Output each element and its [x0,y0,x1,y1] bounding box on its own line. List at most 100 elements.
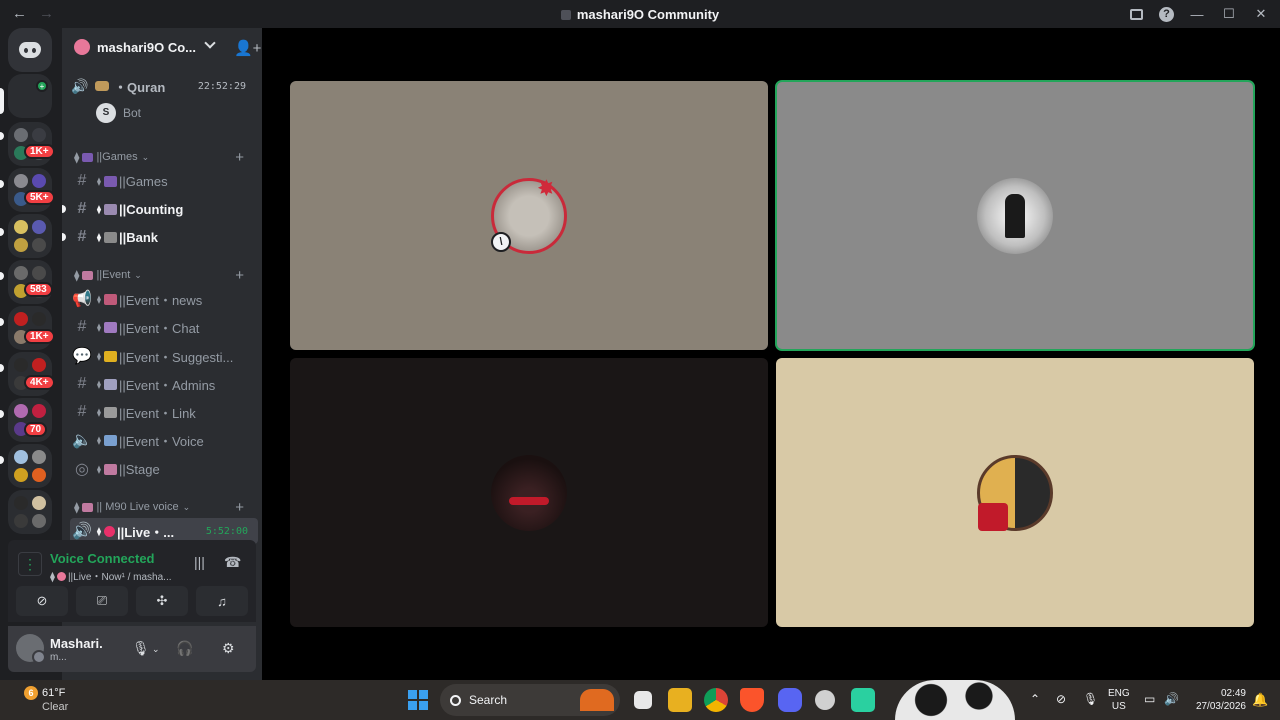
voice-connected-label[interactable]: Voice Connected [50,551,155,566]
tray-overflow-icon[interactable]: ⌃ [1030,692,1040,706]
camera-off-button[interactable]: ⊘ [16,586,68,616]
diamond-icon: ⧫ [97,232,101,242]
diamond-icon: ⧫ [97,379,101,389]
unread-pip [62,205,66,213]
headphones-icon[interactable]: 🎧 [176,640,193,657]
avatar[interactable] [16,634,46,664]
file-explorer-icon[interactable] [668,688,692,712]
disconnect-icon[interactable]: ☎ [224,554,241,571]
diamond-icon: ⧫ [97,351,101,361]
username[interactable]: Mashari. [50,636,103,651]
megaphone-icon: 📢 [72,291,92,308]
voice-channel-path[interactable]: ⧫ ||Live・Now¹ / masha... [50,568,172,583]
clock[interactable]: 02:49 27/03/2026 [1190,687,1246,713]
add-channel-icon[interactable]: + [235,499,244,516]
minimize-button[interactable]: — [1188,5,1206,23]
invite-people-icon[interactable]: 👤+ [234,39,261,57]
unread-pip [62,233,66,241]
temperature: 61°F [42,687,66,699]
diamond-icon: ⧫ [74,269,80,282]
speaker-icon: 🔊 [71,77,89,94]
search-label: Search [469,693,508,707]
notification-badge: 5K+ [24,190,55,205]
unread-pip [0,318,4,326]
channel-emoji [103,293,117,305]
noise-suppression-icon[interactable]: ||| [194,554,205,570]
steam-icon[interactable] [815,690,835,710]
help-icon[interactable]: ? [1159,6,1174,22]
location-off-icon[interactable]: ⊘ [1056,692,1066,706]
participant-tile[interactable] [776,358,1254,627]
voice-channel-event-voice[interactable]: 🔈 ⧫ ||Event・Voice [70,427,258,453]
notification-badge: 1K+ [24,329,55,344]
text-channel-event-admins[interactable]: # ⧫ ||Event・Admins [70,371,258,397]
participant-tile-speaking[interactable] [775,80,1255,351]
channel-label: ||Event・Link [118,405,196,421]
start-button[interactable] [408,690,428,710]
app-icon[interactable] [851,688,875,712]
volume-icon[interactable]: 🔊 [1164,692,1179,706]
voice-member-bot[interactable]: S Bot [96,103,141,123]
participant-avatar [977,177,1053,254]
maximize-button[interactable]: ☐ [1220,5,1238,23]
channel-emoji [103,203,117,215]
weather-badge: 6 [24,686,38,700]
forum-channel-event-suggestions[interactable]: 💬 ⧫ ||Event・Suggesti... [70,343,258,369]
text-channel-event-link[interactable]: # ⧫ ||Event・Link [70,399,258,425]
notification-bell-icon[interactable]: 🔔 [1252,692,1268,708]
inbox-icon[interactable] [1127,5,1145,23]
server-folder-8[interactable] [8,444,52,488]
text-channel-games[interactable]: # ⧫ ||Games [70,168,258,194]
server-header[interactable]: mashari9O Co... 👤+ [62,28,262,66]
chrome-icon[interactable] [704,688,728,712]
signal-icon[interactable]: ⋮ [18,552,42,576]
category-live-voice[interactable]: ⧫ || M90 Live voice ⌄ + [74,498,254,516]
voice-stage: ✸ \ [262,28,1280,680]
channel-emoji [103,434,117,446]
server-name: mashari9O Co... [97,39,196,55]
stage-channel[interactable]: ◎ ⧫ ||Stage [70,456,258,482]
language-indicator[interactable]: ENG US [1108,687,1130,713]
screen-share-button[interactable]: ⎚ [76,586,128,616]
diamond-icon: ⧫ [97,204,101,214]
microphone-icon[interactable]: 🎙 [132,640,150,657]
participant-tile[interactable]: ✸ \ [290,81,768,350]
text-channel-counting[interactable]: # ⧫ ||Counting [62,196,258,222]
hashtag-icon: # [77,318,87,335]
close-button[interactable]: ✕ [1252,5,1270,23]
unread-pip [0,272,4,280]
add-channel-icon[interactable]: + [235,267,244,284]
chevron-down-icon[interactable]: ⌄ [152,644,160,655]
category-label: || M90 Live voice [96,501,179,513]
voice-channel-quran[interactable]: 🔊 ・Quran 22:52:29 [70,73,258,99]
selected-server-pip [0,88,4,114]
category-event[interactable]: ⧫ ||Event ⌄ + [74,266,254,284]
server-folder-3[interactable] [8,214,52,258]
microphone-tray-icon[interactable]: 🎙 [1083,692,1098,706]
participant-tile[interactable] [290,358,768,627]
gear-icon[interactable]: ⚙ [222,640,235,657]
channel-emoji [103,525,115,537]
task-view-icon[interactable] [634,691,652,709]
brave-icon[interactable] [740,688,764,712]
category-games[interactable]: ⧫ ||Games ⌄ + [74,148,254,166]
text-channel-event-chat[interactable]: # ⧫ ||Event・Chat [70,314,258,340]
activities-button[interactable]: ✣ [136,586,188,616]
channel-emoji [103,406,117,418]
discord-taskbar-icon[interactable] [778,688,802,712]
diamond-icon: ⧫ [97,526,101,536]
search-icon [450,694,461,706]
text-channel-bank[interactable]: # ⧫ ||Bank [62,224,258,250]
channel-label: ||Event・Voice [118,433,204,449]
channel-label: ||Event・Admins [118,377,216,393]
direct-messages-button[interactable] [8,28,52,72]
server-folder-9[interactable] [8,490,52,534]
network-icon[interactable]: ▭ [1144,692,1155,706]
add-channel-icon[interactable]: + [235,149,244,166]
announcement-channel-event-news[interactable]: 📢 ⧫ ||Event・news [70,286,258,312]
taskbar-search[interactable]: Search [440,684,620,716]
unread-pip [0,456,4,464]
inbox-box [1129,8,1143,20]
soundboard-button[interactable]: ♫ [196,586,248,616]
diamond-icon: ⧫ [97,294,101,304]
